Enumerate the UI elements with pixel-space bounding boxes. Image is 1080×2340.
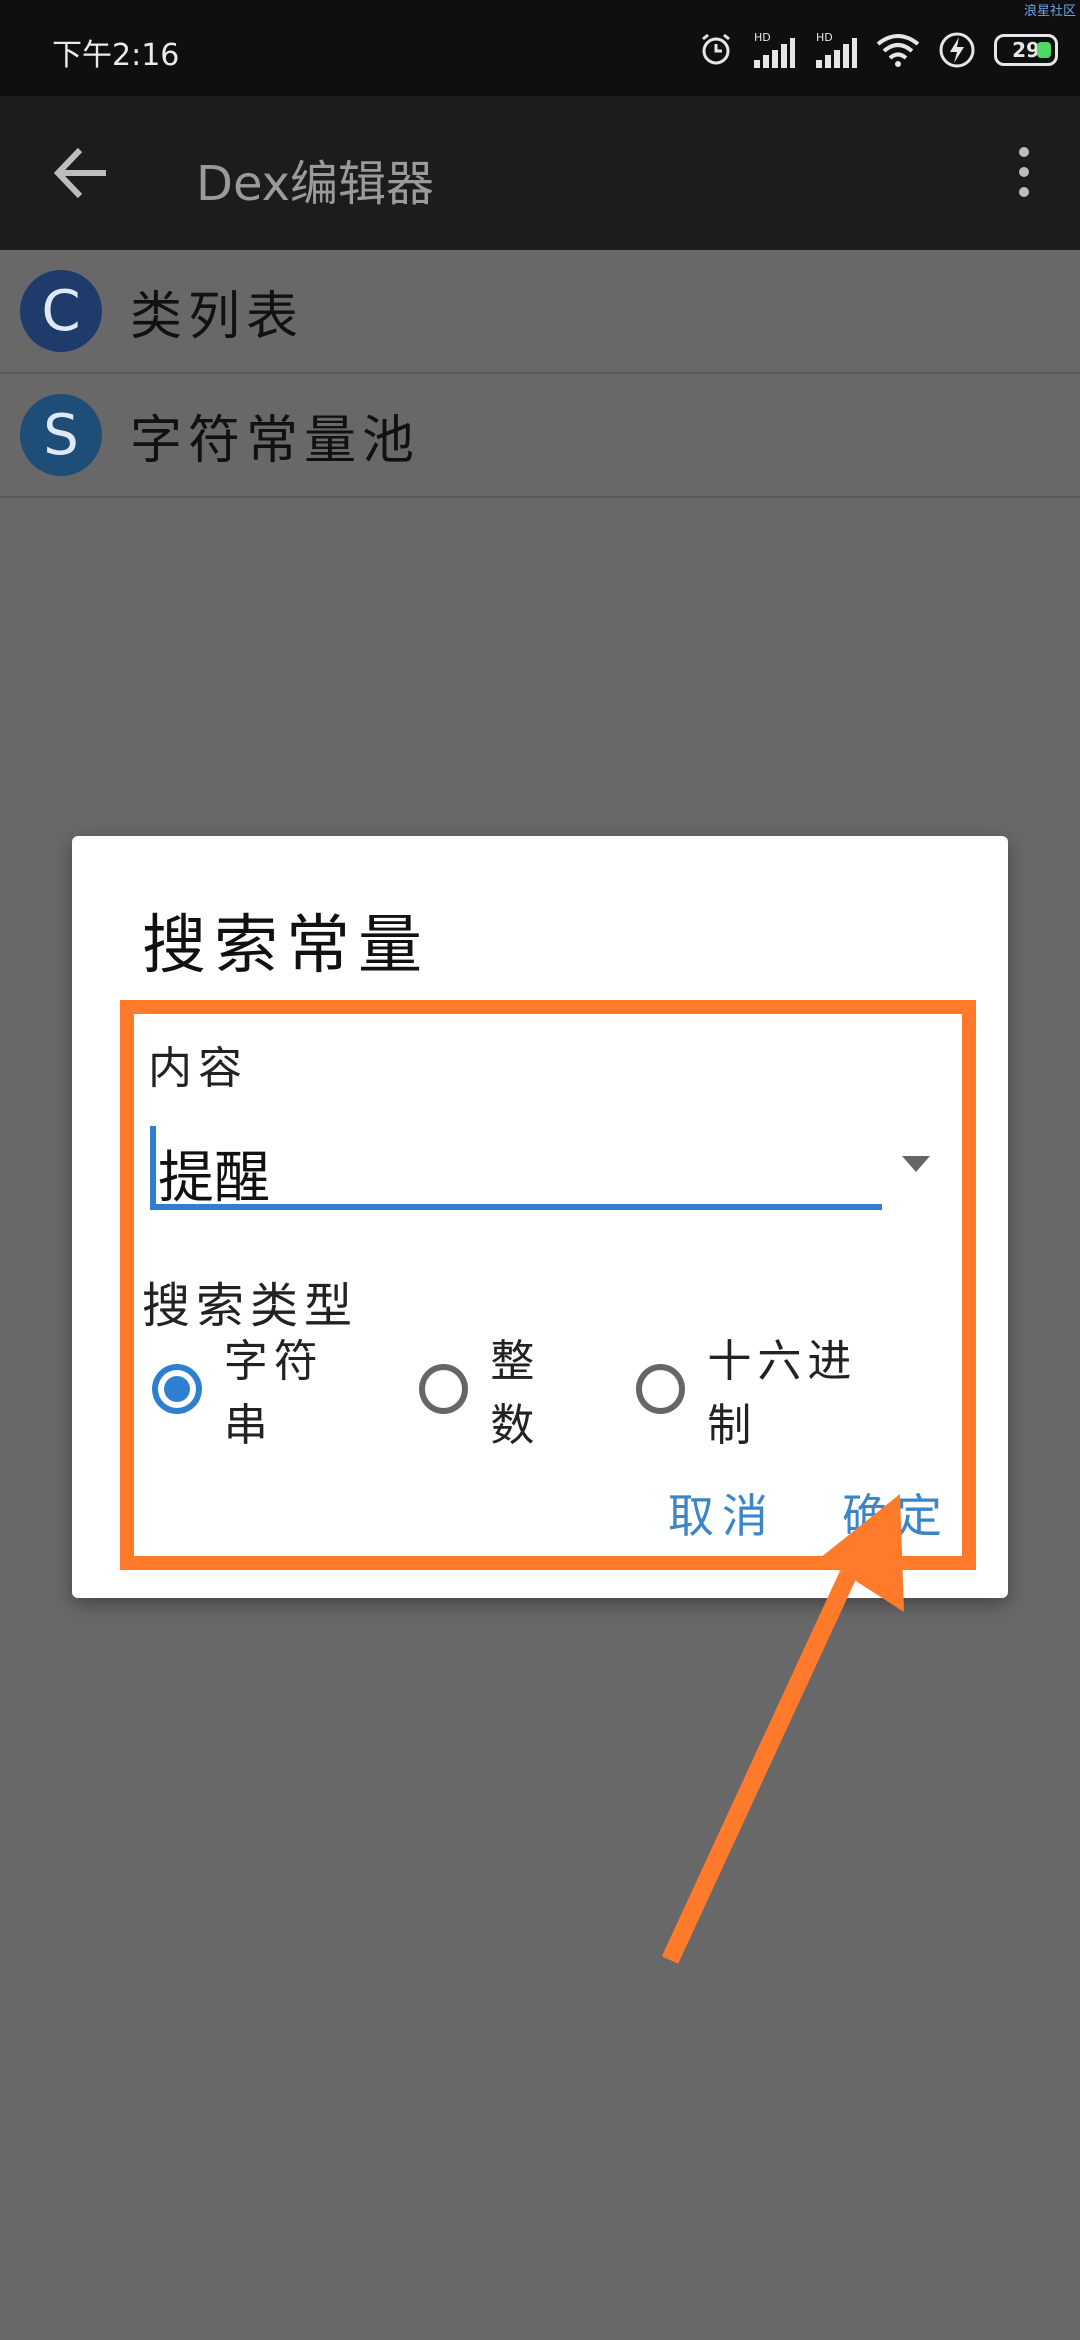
- radio-label: 整数: [490, 1336, 541, 1451]
- back-arrow-icon[interactable]: [48, 140, 114, 206]
- battery-icon: 29: [994, 34, 1058, 66]
- text-cursor: [150, 1126, 156, 1206]
- radio-label: 十六进制: [707, 1336, 858, 1451]
- app-bar: Dex编辑器: [0, 96, 1080, 250]
- status-icons: HD HD 29: [698, 26, 1058, 74]
- dex-section-list: C 类列表 S 字符常量池: [0, 250, 1080, 498]
- avatar-letter: C: [41, 278, 81, 344]
- status-time: 下午2:16: [52, 38, 180, 73]
- input-underline: [150, 1204, 882, 1210]
- signal-hd-icon: HD: [816, 31, 857, 68]
- battery-level: 29: [1012, 38, 1040, 62]
- wifi-icon: [876, 34, 920, 67]
- confirm-button[interactable]: 确定: [842, 1480, 950, 1546]
- content-label: 内容: [148, 1043, 248, 1094]
- svg-text:HD: HD: [816, 31, 833, 44]
- app-title: Dex编辑器: [196, 156, 435, 212]
- radio-integer[interactable]: 整数: [418, 1325, 590, 1453]
- signal-hd-icon: HD: [754, 31, 795, 68]
- list-item-string-pool[interactable]: S 字符常量池: [0, 374, 1080, 498]
- radio-string[interactable]: 字符串: [152, 1325, 373, 1453]
- radio-unchecked-icon[interactable]: [635, 1364, 686, 1414]
- radio-unchecked-icon[interactable]: [418, 1364, 469, 1414]
- list-item-class-list[interactable]: C 类列表: [0, 250, 1080, 374]
- watermark-text: 浪星社区: [1023, 4, 1076, 19]
- avatar: C: [20, 270, 102, 352]
- more-vert-icon[interactable]: [1004, 142, 1044, 202]
- status-bar: 下午2:16 HD HD 29 浪星社区: [0, 0, 1080, 96]
- list-item-label: 字符常量池: [130, 410, 421, 471]
- avatar: S: [20, 394, 102, 476]
- dialog-title: 搜索常量: [142, 909, 430, 983]
- search-constant-dialog: 搜索常量 内容 搜索类型 字符串 整数 十六进制 取消 确定: [72, 836, 1008, 1598]
- avatar-letter: S: [43, 402, 79, 468]
- list-item-label: 类列表: [130, 286, 305, 347]
- dropdown-arrow-icon[interactable]: [892, 1140, 940, 1188]
- search-type-radio-group: 字符串 整数 十六进制: [152, 1336, 952, 1451]
- radio-label: 字符串: [223, 1336, 324, 1451]
- radio-hex[interactable]: 十六进制: [635, 1325, 906, 1453]
- cancel-button[interactable]: 取消: [668, 1480, 776, 1546]
- charging-icon: [939, 32, 975, 68]
- alarm-icon: [702, 33, 730, 65]
- radio-checked-icon[interactable]: [152, 1364, 202, 1414]
- svg-text:HD: HD: [754, 31, 771, 44]
